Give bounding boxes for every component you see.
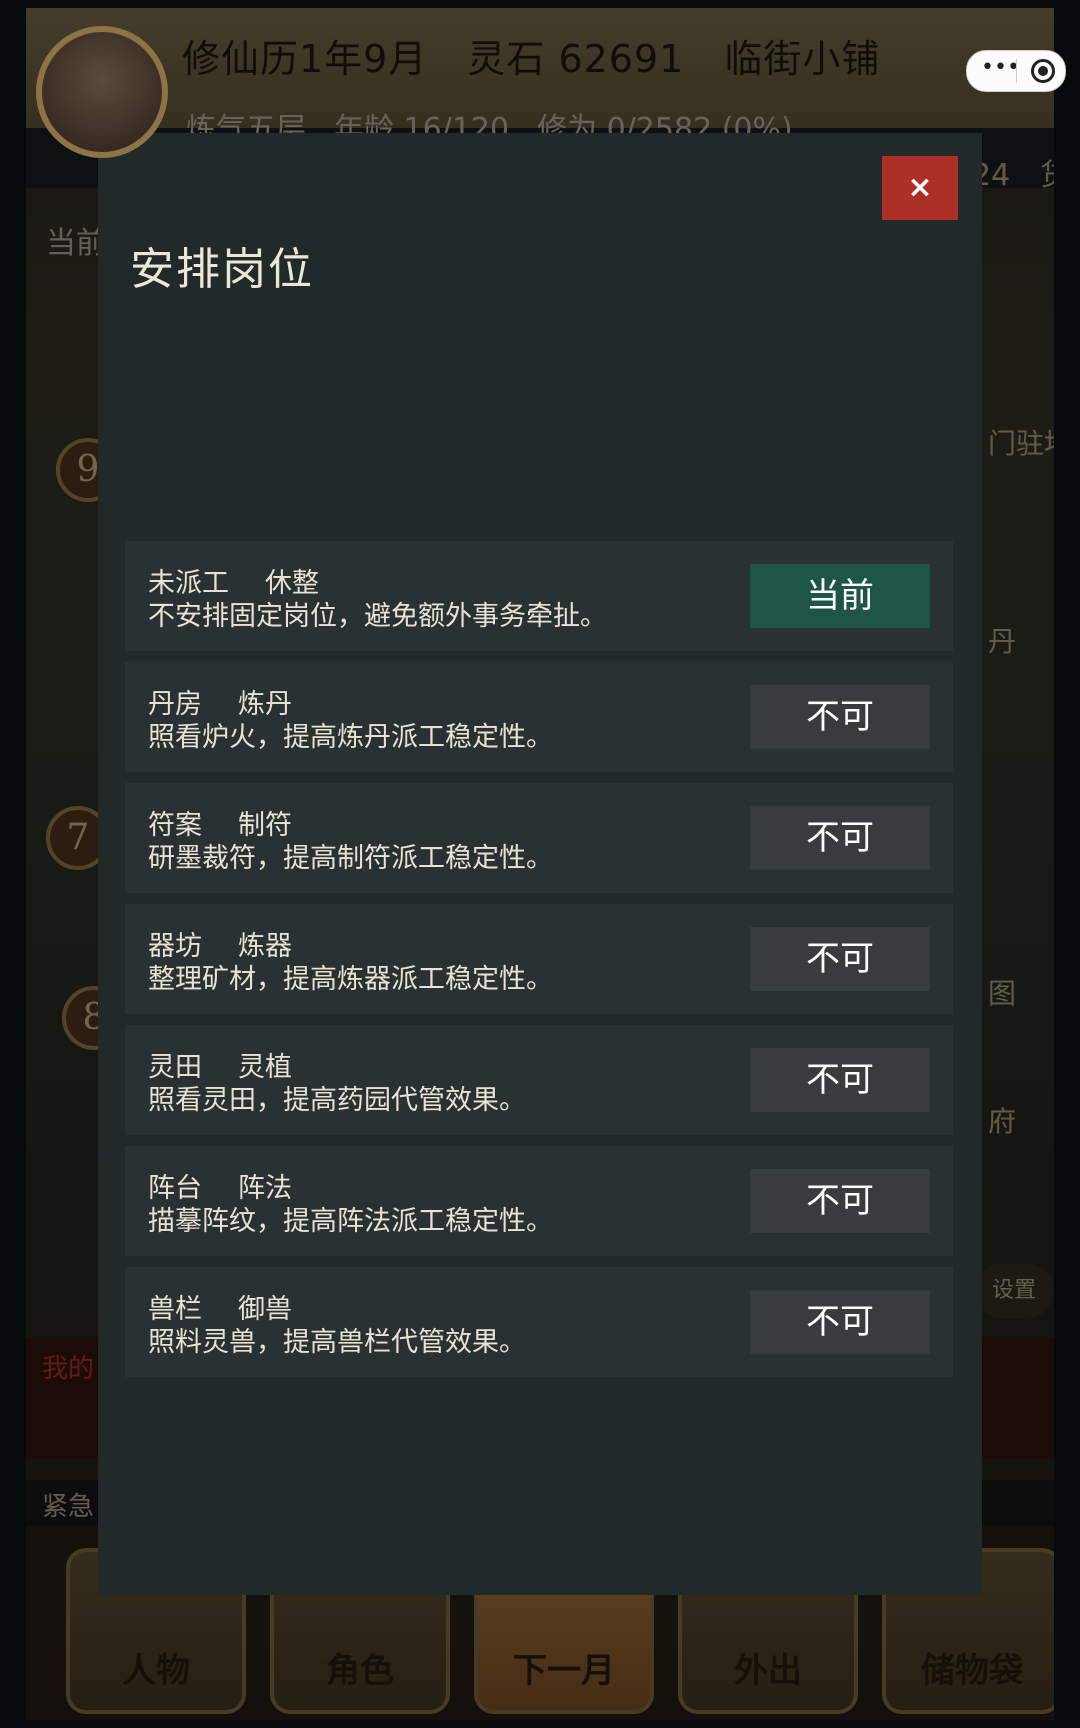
- close-button[interactable]: ×: [882, 156, 958, 220]
- dialog-title: 安排岗位: [130, 244, 314, 295]
- job-description: 照看灵田，提高药园代管效果。: [148, 1085, 526, 1116]
- job-row-forging: 器坊 炼器 整理矿材，提高炼器派工稳定性。 不可: [125, 904, 953, 1014]
- more-icon[interactable]: •••: [981, 55, 1020, 80]
- job-unavailable-button[interactable]: 不可: [750, 1290, 930, 1354]
- job-description: 描摹阵纹，提高阵法派工稳定性。: [148, 1206, 553, 1237]
- capsule-divider: [1016, 59, 1017, 83]
- job-unavailable-button[interactable]: 不可: [750, 1048, 930, 1112]
- job-unavailable-button[interactable]: 不可: [750, 927, 930, 991]
- job-description: 照看炉火，提高炼丹派工稳定性。: [148, 722, 553, 753]
- job-row-beast-pen: 兽栏 御兽 照料灵兽，提高兽栏代管效果。 不可: [125, 1267, 953, 1377]
- character-portrait[interactable]: [36, 26, 168, 158]
- miniprogram-capsule: •••: [966, 50, 1066, 92]
- job-unavailable-button[interactable]: 不可: [750, 1169, 930, 1233]
- job-description: 研墨裁符，提高制符派工稳定性。: [148, 843, 553, 874]
- job-unavailable-button[interactable]: 不可: [750, 806, 930, 870]
- job-description: 不安排固定岗位，避免额外事务牵扯。: [148, 601, 607, 632]
- job-unavailable-button[interactable]: 不可: [750, 685, 930, 749]
- job-description: 照料灵兽，提高兽栏代管效果。: [148, 1327, 526, 1358]
- close-miniprogram-icon[interactable]: [1031, 59, 1055, 83]
- job-row-talisman: 符案 制符 研墨裁符，提高制符派工稳定性。 不可: [125, 783, 953, 893]
- job-row-spirit-field: 灵田 灵植 照看灵田，提高药园代管效果。 不可: [125, 1025, 953, 1135]
- assign-post-dialog: × 安排岗位 未派工 休整 不安排固定岗位，避免额外事务牵扯。 当前 丹房 炼丹 照…: [98, 133, 982, 1595]
- job-row-formation: 阵台 阵法 描摹阵纹，提高阵法派工稳定性。 不可: [125, 1146, 953, 1256]
- job-row-alchemy: 丹房 炼丹 照看炉火，提高炼丹派工稳定性。 不可: [125, 662, 953, 772]
- job-current-button[interactable]: 当前: [750, 564, 930, 628]
- job-description: 整理矿材，提高炼器派工稳定性。: [148, 964, 553, 995]
- job-list: 未派工 休整 不安排固定岗位，避免额外事务牵扯。 当前 丹房 炼丹 照看炉火，提高炼…: [125, 541, 953, 1388]
- job-row-rest: 未派工 休整 不安排固定岗位，避免额外事务牵扯。 当前: [125, 541, 953, 651]
